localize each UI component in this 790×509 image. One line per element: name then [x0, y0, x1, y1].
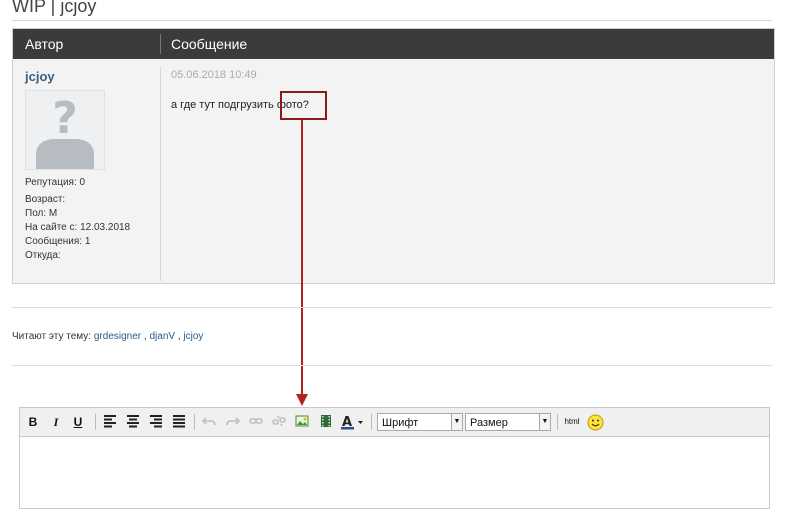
align-right-button[interactable] [148, 414, 164, 430]
unlink-icon [272, 415, 286, 427]
svg-text:?: ? [52, 93, 78, 144]
readers-label: Читают эту тему: [12, 331, 92, 342]
redo-button[interactable] [225, 414, 241, 430]
section-divider [12, 307, 772, 308]
align-justify-button[interactable] [171, 414, 187, 430]
toolbar-separator [557, 414, 558, 430]
redo-icon [226, 417, 241, 426]
author-gender: Пол: М [25, 208, 58, 219]
size-select-value: Размер [470, 417, 508, 429]
reader-link-jcjoy[interactable]: jcjoy [183, 331, 203, 342]
link-button[interactable] [248, 414, 264, 430]
html-mode-button[interactable]: html [561, 414, 583, 430]
font-size-select[interactable]: Размер ▼ [465, 413, 551, 431]
author-member-since: На сайте с: 12.03.2018 [25, 222, 131, 233]
link-icon [249, 418, 263, 424]
reply-editor: B I U A Шрифт ▼ Размер ▼ html [19, 407, 770, 509]
text-color-button[interactable]: A [340, 414, 366, 430]
post-date: 05.06.2018 10:49 [171, 69, 257, 81]
toolbar-separator [194, 414, 195, 430]
reader-link-djanv[interactable]: djanV [149, 331, 175, 342]
align-left-icon [104, 415, 116, 428]
column-divider [160, 67, 161, 281]
forum-post-table: Автор Сообщение jcjoy ? Репутация: 0 Воз… [12, 28, 775, 284]
reader-link-grdesigner[interactable]: grdesigner [94, 331, 141, 342]
annotation-highlight-box [280, 91, 327, 120]
smiley-icon [587, 414, 603, 431]
toolbar-separator [371, 414, 372, 430]
insert-video-button[interactable] [318, 414, 334, 430]
author-age: Возраст: [25, 194, 66, 205]
text-color-icon: A [341, 415, 363, 430]
editor-toolbar: B I U A Шрифт ▼ Размер ▼ html [20, 408, 769, 437]
insert-image-button[interactable] [294, 414, 310, 430]
readers-line: Читают эту тему: grdesigner , djanV , jc… [12, 331, 204, 342]
align-right-icon [150, 415, 162, 428]
chevron-down-icon: ▼ [539, 414, 550, 430]
header-divider [160, 34, 161, 54]
undo-icon [201, 417, 216, 426]
author-name-link[interactable]: jcjoy [25, 69, 55, 84]
author-message-count: Сообщения: 1 [25, 236, 91, 247]
chevron-down-icon: ▼ [451, 414, 462, 430]
author-reputation: Репутация: 0 [25, 177, 86, 188]
title-divider [12, 20, 772, 21]
annotation-arrow-head [296, 394, 308, 406]
table-header: Автор Сообщение [13, 29, 774, 59]
toolbar-separator [95, 414, 96, 430]
image-icon [295, 415, 309, 427]
align-left-button[interactable] [102, 414, 118, 430]
default-avatar-icon: ? [26, 91, 104, 169]
underline-button[interactable]: U [71, 414, 85, 430]
font-select-value: Шрифт [382, 417, 419, 429]
unlink-button[interactable] [271, 414, 287, 430]
header-author: Автор [25, 36, 64, 52]
avatar: ? [25, 90, 105, 170]
post-text: а где тут подгрузить [171, 99, 277, 111]
align-justify-icon [173, 415, 185, 428]
font-family-select[interactable]: Шрифт ▼ [377, 413, 463, 431]
align-center-icon [127, 415, 139, 428]
undo-button[interactable] [201, 414, 217, 430]
align-center-button[interactable] [125, 414, 141, 430]
header-message: Сообщение [171, 36, 248, 52]
message-textarea[interactable] [20, 437, 769, 507]
annotation-arrow-line [301, 120, 303, 395]
page-title: WIP | jcjoy [12, 0, 97, 16]
author-location: Откуда: [25, 250, 61, 261]
section-divider-2 [12, 365, 772, 366]
italic-button[interactable]: I [49, 414, 63, 430]
bold-button[interactable]: B [26, 414, 40, 430]
emoticon-button[interactable] [586, 414, 604, 431]
film-icon [321, 415, 331, 427]
